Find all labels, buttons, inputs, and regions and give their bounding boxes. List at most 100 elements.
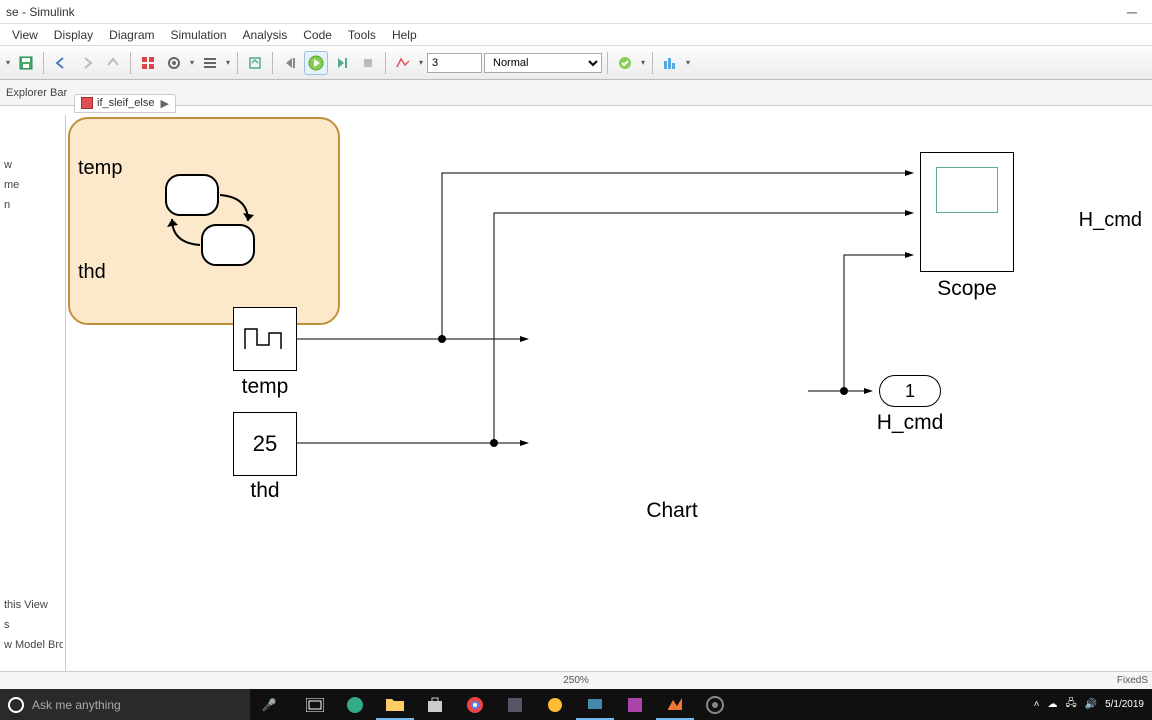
model-tab[interactable]: if_sleif_else ▶ — [74, 94, 176, 113]
model-explorer-button[interactable] — [198, 51, 222, 75]
signal-icon — [395, 55, 411, 71]
outport-number: 1 — [905, 381, 915, 402]
menu-code[interactable]: Code — [295, 26, 340, 44]
model-tab-icon — [81, 97, 93, 109]
task-view-button[interactable] — [296, 689, 334, 720]
side-item[interactable]: s — [2, 615, 63, 635]
taskbar-app2[interactable] — [536, 689, 574, 720]
tray-clock[interactable]: 5/1/2019 — [1105, 699, 1144, 711]
window-title: se - Simulink — [6, 5, 75, 19]
tray-volume-icon[interactable]: 🔊 — [1085, 699, 1097, 710]
taskbar-edge[interactable] — [336, 689, 374, 720]
menu-view[interactable]: View — [4, 26, 46, 44]
block-outport-label: H_cmd — [868, 411, 952, 435]
block-outport[interactable]: 1 — [879, 375, 941, 407]
breadcrumb-arrow-icon: ▶ — [160, 97, 168, 110]
diagram-canvas[interactable]: temp 25 thd temp thd H_cmd Chart Scope 1… — [68, 117, 1152, 687]
up-button[interactable] — [101, 51, 125, 75]
menu-simulation[interactable]: Simulation — [163, 26, 235, 44]
record-dropdown-icon[interactable]: ▾ — [684, 58, 692, 67]
side-item[interactable]: w — [2, 155, 63, 175]
tray-onedrive-icon[interactable]: ☁ — [1047, 699, 1057, 710]
block-temp-label: temp — [233, 375, 297, 399]
block-temp-source[interactable] — [233, 307, 297, 371]
explorer-dropdown-icon[interactable]: ▾ — [224, 58, 232, 67]
back-button[interactable] — [49, 51, 73, 75]
build-icon — [247, 55, 263, 71]
menu-tools[interactable]: Tools — [340, 26, 384, 44]
step-forward-icon — [334, 55, 350, 71]
toolbar: ▾ ▾ ▾ ▾ Normal — [0, 46, 1152, 80]
side-item[interactable]: me — [2, 175, 63, 195]
side-panel: w me n this View s w Model Browser — [0, 115, 66, 687]
edge-icon — [345, 695, 365, 715]
side-item[interactable]: n — [2, 195, 63, 215]
window-titlebar: se - Simulink ─ — [0, 0, 1152, 24]
forward-button[interactable] — [75, 51, 99, 75]
store-icon — [426, 696, 444, 714]
block-thd-constant[interactable]: 25 — [233, 412, 297, 476]
side-item[interactable]: this View — [2, 595, 63, 615]
tray-chevron-icon[interactable]: ˄ — [1034, 699, 1040, 710]
block-thd-label: thd — [233, 479, 297, 503]
simulation-mode-select[interactable]: Normal — [484, 53, 602, 73]
stop-button[interactable] — [356, 51, 380, 75]
system-tray[interactable]: ˄ ☁ 🖧 🔊 5/1/2019 — [1026, 696, 1152, 713]
menu-diagram[interactable]: Diagram — [101, 26, 162, 44]
step-back-button[interactable] — [278, 51, 302, 75]
block-chart-label: Chart — [536, 499, 808, 523]
stateflow-icon — [148, 167, 268, 277]
menu-display[interactable]: Display — [46, 26, 101, 44]
cortana-search[interactable]: Ask me anything — [0, 689, 250, 720]
taskbar-app4[interactable] — [616, 689, 654, 720]
menu-bar: View Display Diagram Simulation Analysis… — [0, 24, 1152, 46]
step-forward-button[interactable] — [330, 51, 354, 75]
signal-builder-icon — [241, 319, 289, 359]
tray-network-icon[interactable]: 🖧 — [1065, 696, 1076, 713]
library-browser-button[interactable] — [136, 51, 160, 75]
save-button[interactable] — [14, 51, 38, 75]
block-scope[interactable] — [920, 152, 1014, 272]
build-button[interactable] — [243, 51, 267, 75]
model-config-button[interactable] — [162, 51, 186, 75]
signal-dropdown-icon[interactable]: ▾ — [417, 58, 425, 67]
menu-help[interactable]: Help — [384, 26, 425, 44]
block-chart[interactable]: temp thd H_cmd — [68, 117, 340, 325]
diagnostics-button[interactable] — [613, 51, 637, 75]
arrow-right-icon — [79, 55, 95, 71]
taskbar-matlab[interactable] — [656, 689, 694, 720]
taskbar-store[interactable] — [416, 689, 454, 720]
mic-icon[interactable]: 🎤 — [250, 689, 288, 720]
block-scope-label: Scope — [920, 277, 1014, 301]
taskbar-explorer[interactable] — [376, 689, 414, 720]
list-icon — [202, 55, 218, 71]
taskbar-app1[interactable] — [496, 689, 534, 720]
app-icon — [626, 696, 644, 714]
new-dropdown-icon[interactable]: ▾ — [4, 58, 12, 67]
minimize-button[interactable]: ─ — [1112, 0, 1152, 24]
thd-value: 25 — [253, 431, 277, 457]
status-bar: 250% FixedS — [0, 671, 1152, 689]
model-tab-label: if_sleif_else — [97, 97, 154, 109]
stop-icon — [360, 55, 376, 71]
arrow-up-icon — [105, 55, 121, 71]
record-icon — [662, 55, 678, 71]
taskbar-chrome[interactable] — [456, 689, 494, 720]
side-item[interactable]: w Model Browser — [2, 635, 63, 655]
taskbar-app3[interactable] — [576, 689, 614, 720]
menu-analysis[interactable]: Analysis — [235, 26, 296, 44]
windows-taskbar: Ask me anything 🎤 ˄ ☁ 🖧 🔊 5/1/2019 — [0, 689, 1152, 720]
stop-time-input[interactable] — [427, 53, 482, 73]
diagnostics-dropdown-icon[interactable]: ▾ — [639, 58, 647, 67]
record-button[interactable] — [658, 51, 682, 75]
chart-port-hcmd: H_cmd — [1079, 209, 1142, 232]
signal-button[interactable] — [391, 51, 415, 75]
run-button[interactable] — [304, 51, 328, 75]
app-icon — [586, 695, 604, 713]
cortana-icon — [8, 697, 24, 713]
explorer-label: Explorer Bar — [6, 87, 67, 99]
app-icon — [506, 696, 524, 714]
taskbar-obs[interactable] — [696, 689, 734, 720]
library-icon — [140, 55, 156, 71]
config-dropdown-icon[interactable]: ▾ — [188, 58, 196, 67]
